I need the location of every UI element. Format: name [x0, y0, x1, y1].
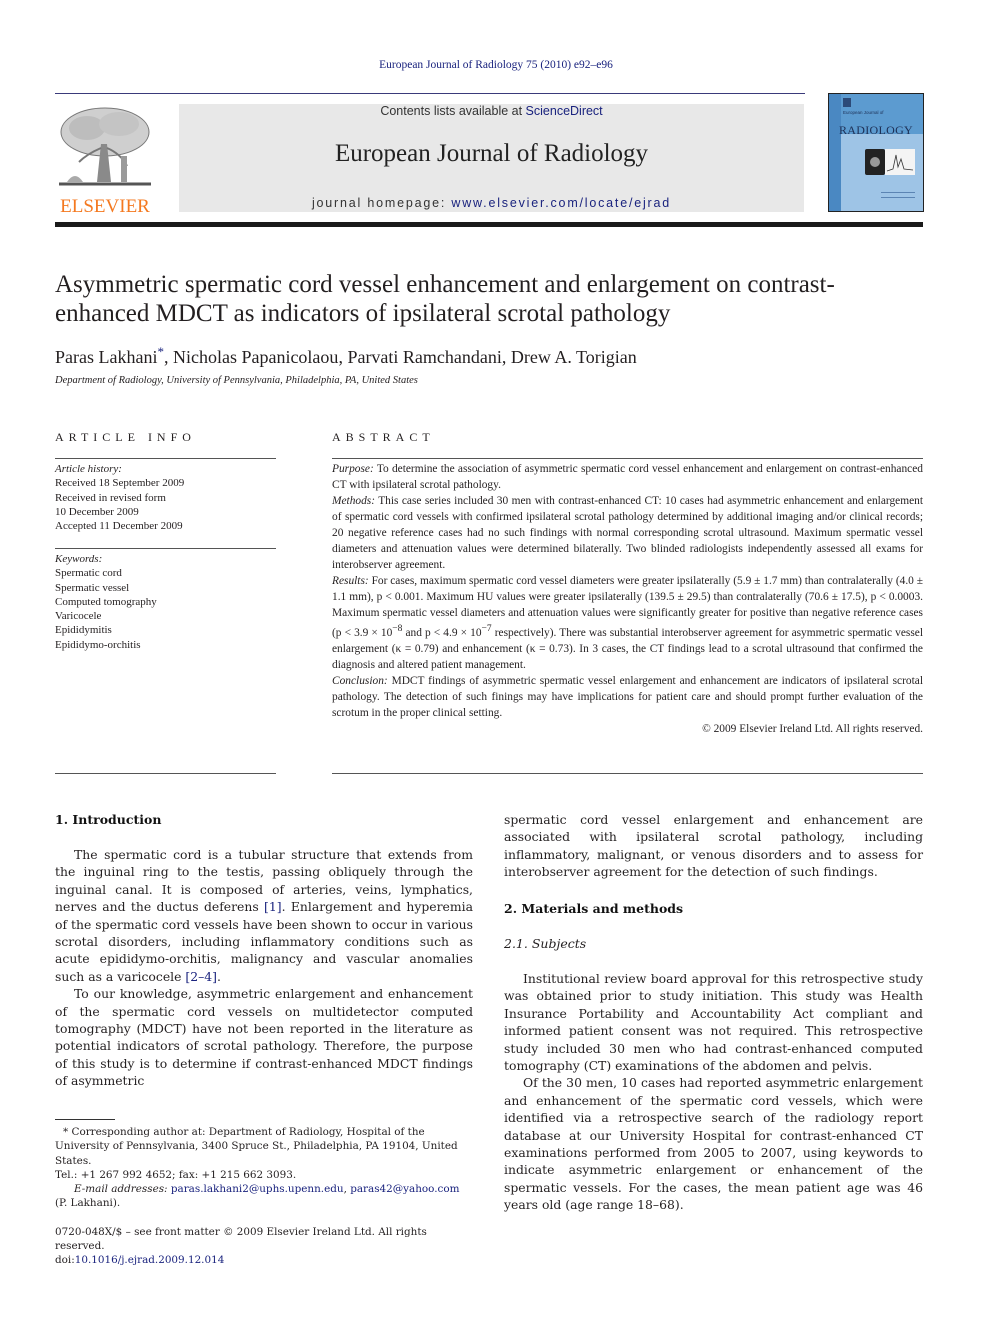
paragraph: Of the 30 men, 10 cases had reported asy…: [504, 1075, 923, 1213]
abstract-heading: ABSTRACT: [332, 430, 435, 444]
corresponding-author-note: * Corresponding author at: Department of…: [55, 1126, 458, 1167]
abstract-conclusion: Conclusion: MDCT findings of asymmetric …: [332, 673, 923, 721]
keyword: Spermatic vessel: [55, 581, 130, 594]
section-heading-methods: 2. Materials and methods: [504, 901, 684, 916]
results-text: and p < 4.9 × 10: [402, 626, 482, 639]
homepage-prefix: journal homepage:: [311, 196, 452, 210]
purpose-label: Purpose:: [332, 463, 374, 475]
history-item: Accepted 11 December 2009: [55, 520, 183, 533]
introduction-text-continued: spermatic cord vessel enlargement and en…: [504, 811, 923, 881]
exponent: −8: [392, 624, 403, 634]
doi-prefix: doi:: [55, 1254, 75, 1267]
cover-spine: [829, 94, 841, 211]
abstract-purpose: Purpose: To determine the association of…: [332, 461, 923, 493]
header-rule: [55, 93, 805, 94]
journal-name: European Journal of Radiology: [334, 140, 649, 167]
running-head[interactable]: European Journal of Radiology 75 (2010) …: [0, 59, 992, 71]
elsevier-tree-icon: [59, 107, 151, 186]
abstract-results: Results: For cases, maximum spermatic co…: [332, 573, 923, 673]
email-label: E-mail addresses:: [74, 1183, 168, 1196]
doi-link[interactable]: 10.1016/j.ejrad.2009.12.014: [75, 1254, 225, 1266]
abstract-methods: Methods: This case series included 30 me…: [332, 493, 923, 573]
footnotes: * Corresponding author at: Department of…: [55, 1125, 475, 1268]
section-heading-introduction: 1. Introduction: [55, 812, 162, 827]
paragraph: The spermatic cord is a tubular structur…: [55, 846, 473, 985]
keyword: Spermatic cord: [55, 567, 122, 580]
results-label: Results:: [332, 575, 369, 587]
elsevier-logo[interactable]: ELSEVIER: [55, 104, 155, 217]
doi-line: doi:10.1016/j.ejrad.2009.12.014: [55, 1253, 475, 1267]
text: .: [217, 968, 221, 984]
article-title: Asymmetric spermatic cord vessel enhance…: [55, 271, 835, 327]
cover-lines: [881, 192, 915, 193]
subsection-heading-subjects: 2.1. Subjects: [504, 936, 587, 951]
conclusion-label: Conclusion:: [332, 674, 388, 687]
keyword: Epididymo-orchitis: [55, 638, 141, 651]
abstract-rule: [332, 458, 923, 459]
contents-line: Contents lists available at ScienceDirec…: [179, 104, 804, 118]
methods-label: Methods:: [332, 495, 376, 507]
masthead-rule: [55, 222, 923, 227]
author-name[interactable]: Paras Lakhani: [55, 347, 157, 367]
purpose-text: To determine the association of asymmetr…: [332, 463, 923, 491]
homepage-link[interactable]: www.elsevier.com/locate/ejrad: [451, 196, 671, 210]
history-item: Received in revised form: [55, 491, 166, 504]
history-item: Received 18 September 2009: [55, 477, 185, 490]
article-history: Article history: Received 18 September 2…: [55, 462, 276, 533]
author-name[interactable]: Parvati Ramchandani: [347, 347, 501, 367]
article-info-bottom-rule: [55, 773, 276, 774]
conclusion-text: MDCT findings of asymmetric spermatic ve…: [332, 674, 923, 719]
keywords-rule: [55, 548, 276, 549]
elsevier-wordmark: ELSEVIER: [60, 196, 150, 217]
author-name[interactable]: Nicholas Papanicolaou: [173, 347, 338, 367]
abstract-copyright: © 2009 Elsevier Ireland Ltd. All rights …: [702, 722, 923, 735]
subjects-text: Institutional review board approval for …: [504, 970, 923, 1214]
keywords: Keywords: Spermatic cord Spermatic vesse…: [55, 552, 276, 652]
exponent: −7: [481, 624, 492, 634]
journal-masthead: Contents lists available at ScienceDirec…: [179, 104, 804, 212]
keyword: Computed tomography: [55, 595, 157, 608]
abstract-bottom-rule: [332, 773, 923, 774]
keyword: Varicocele: [55, 610, 102, 623]
keywords-label: Keywords:: [55, 553, 103, 565]
email-link[interactable]: paras42@yahoo.com: [350, 1183, 459, 1195]
paragraph: To our knowledge, asymmetric enlargement…: [55, 986, 473, 1089]
history-label: Article history:: [55, 463, 122, 475]
footnote-rule: [55, 1119, 115, 1120]
email-link[interactable]: paras.lakhani2@uphs.upenn.edu: [171, 1183, 344, 1195]
author-name[interactable]: Drew A. Torigian: [511, 347, 637, 367]
citation-link[interactable]: [1]: [264, 899, 282, 914]
cover-ct-image-icon: [865, 149, 885, 175]
contents-prefix: Contents lists available at: [380, 104, 526, 118]
history-item: 10 December 2009: [55, 505, 139, 518]
contact-numbers: Tel.: +1 267 992 4652; fax: +1 215 662 3…: [55, 1168, 297, 1181]
abstract-body: Purpose: To determine the association of…: [332, 461, 923, 737]
keyword: Epididymitis: [55, 624, 112, 637]
cover-subtitle: European Journal of: [843, 110, 884, 115]
citation-link[interactable]: [2–4]: [185, 969, 217, 984]
paragraph: spermatic cord vessel enlargement and en…: [504, 812, 923, 880]
journal-cover-thumbnail[interactable]: European Journal of RADIOLOGY: [828, 93, 924, 212]
cover-title: RADIOLOGY: [839, 123, 914, 137]
email-owner: (P. Lakhani).: [55, 1197, 121, 1210]
front-matter: 0720-048X/$ – see front matter © 2009 El…: [55, 1225, 427, 1253]
email-line: E-mail addresses: paras.lakhani2@uphs.up…: [55, 1182, 475, 1196]
article-info-rule: [55, 458, 276, 459]
affiliation: Department of Radiology, University of P…: [55, 375, 418, 386]
homepage-line: journal homepage: www.elsevier.com/locat…: [179, 196, 804, 210]
cover-graph-icon: [885, 149, 915, 175]
cover-logo-icon: [843, 98, 851, 107]
methods-text: This case series included 30 men with co…: [332, 495, 923, 571]
sciencedirect-link[interactable]: ScienceDirect: [526, 104, 603, 118]
article-info-heading: ARTICLE INFO: [55, 430, 196, 444]
author-list: Paras Lakhani*, Nicholas Papanicolaou, P…: [55, 344, 637, 367]
introduction-text: The spermatic cord is a tubular structur…: [55, 846, 473, 1090]
corresponding-mark[interactable]: *: [157, 344, 164, 359]
paragraph: Institutional review board approval for …: [504, 971, 923, 1074]
